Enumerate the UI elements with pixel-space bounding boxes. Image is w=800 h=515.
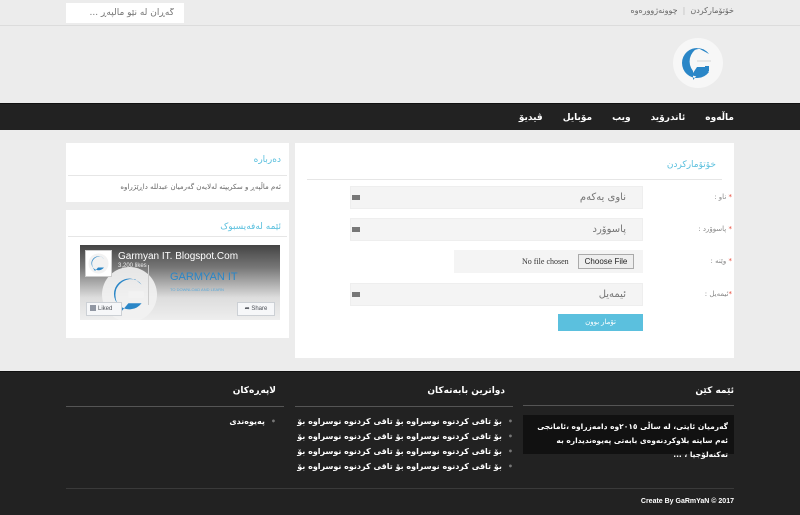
required-mark: * [728, 225, 733, 233]
facebook-icon [90, 305, 96, 311]
fb-page-name[interactable]: Garmyan IT. Blogspot.Com [118, 251, 238, 262]
facebook-page-plugin[interactable]: Garmyan IT. Blogspot.Com 3,200 likes GAR… [80, 245, 280, 320]
share-label: Share [251, 306, 268, 312]
divider [68, 175, 287, 176]
garmyan-it-logo-icon[interactable] [673, 38, 723, 88]
search-input[interactable] [66, 3, 184, 23]
site-header [0, 27, 800, 103]
footer-about-text: گەرمیان ئایتی، لە ساڵی ٢٠١٥وە دامەزراوە … [523, 415, 734, 459]
keyboard-icon[interactable] [352, 195, 360, 200]
link-separator: | [682, 6, 686, 15]
main-nav: ماڵەوە ئاندرۆید ویب مۆبایل ڤیدیۆ [0, 103, 800, 130]
footer-about-title: ئێمە کێن [695, 386, 734, 396]
post-link[interactable]: بۆ تاقی کردنوە نوسراوە بۆ تاقی کردنوە نو… [295, 462, 502, 471]
post-link[interactable]: بۆ تاقی کردنوە نوسراوە بۆ تاقی کردنوە نو… [295, 447, 502, 456]
cover-divider [148, 265, 149, 305]
divider [307, 179, 722, 180]
about-widget: دەربارە ئەم ماڵپەڕ و سکریپتە لەلایەن گەر… [66, 143, 289, 202]
recent-post-item[interactable]: • بۆ تاقی کردنوە نوسراوە بۆ تاقی کردنوە ن… [295, 417, 513, 426]
required-mark: * [728, 290, 733, 298]
footer-divider [66, 488, 734, 489]
divider [295, 406, 513, 407]
fb-like-count: 3,200 likes [118, 263, 147, 269]
choose-file-button[interactable]: Choose File [578, 254, 634, 269]
liked-label: Liked [98, 306, 113, 312]
first-name-input[interactable] [350, 186, 643, 209]
register-title: خۆتۆمارکردن [666, 160, 716, 170]
login-link[interactable]: چوونەژوورەوە [630, 6, 677, 15]
fb-share-button[interactable]: ➦ Share [237, 302, 275, 316]
bullet-icon: • [507, 447, 513, 456]
nav-video[interactable]: ڤیدیۆ [519, 113, 543, 123]
bullet-icon: • [507, 417, 513, 426]
about-title: دەربارە [253, 155, 281, 165]
nav-android[interactable]: ئاندرۆید [651, 113, 686, 123]
facebook-title: ئێمە لەفەیسبوک [220, 222, 281, 232]
divider [68, 236, 287, 237]
contact-link[interactable]: پەیوەندی [229, 417, 265, 426]
label-text: ئیمەیل : [704, 290, 729, 298]
name-label: * ناو : [714, 193, 732, 201]
recent-post-item[interactable]: • بۆ تاقی کردنوە نوسراوە بۆ تاقی کردنوە ن… [295, 432, 513, 441]
required-mark: * [728, 257, 733, 265]
email-label: *ئیمەیل : [705, 290, 732, 298]
divider [523, 405, 734, 406]
top-bar: خۆتۆمارکردن | چوونەژوورەوە [0, 0, 800, 26]
label-text: وێنە : [710, 257, 727, 265]
image-label: * وێنە : [710, 257, 732, 265]
nav-mobile[interactable]: مۆبایل [563, 113, 592, 123]
about-text: ئەم ماڵپەڕ و سکریپتە لەلایەن گەرمیان عبد… [120, 183, 281, 191]
nav-home[interactable]: ماڵەوە [705, 113, 734, 123]
password-label: * پاسوۆرد : [698, 225, 732, 233]
fb-cover-tagline: TO DOWNLOAD AND LEARN [170, 287, 224, 292]
keyboard-icon[interactable] [352, 292, 360, 297]
account-links: خۆتۆمارکردن | چوونەژوورەوە [630, 6, 734, 15]
page-link-item[interactable]: • پەیوەندی [66, 417, 276, 426]
recent-post-item[interactable]: • بۆ تاقی کردنوە نوسراوە بۆ تاقی کردنوە ن… [295, 462, 513, 471]
footer-pages-title: لاپەڕەکان [232, 386, 276, 396]
divider [66, 406, 284, 407]
register-submit-button[interactable]: تۆمار بوون [558, 314, 643, 331]
label-text: پاسوۆرد : [698, 225, 727, 233]
password-input[interactable] [350, 218, 643, 241]
keyboard-icon[interactable] [352, 227, 360, 232]
bullet-icon: • [270, 417, 276, 426]
register-link[interactable]: خۆتۆمارکردن [690, 6, 734, 15]
page-thumbnail[interactable] [85, 250, 112, 277]
bullet-icon: • [507, 432, 513, 441]
fb-cover-brand: GARMYAN IT [170, 271, 238, 283]
thumbnail-logo-icon [88, 253, 109, 274]
label-text: ناو : [714, 193, 727, 201]
email-input[interactable] [350, 283, 643, 306]
fb-liked-button[interactable]: Liked [86, 302, 122, 316]
nav-web[interactable]: ویب [612, 113, 631, 123]
copyright-text: Create By GaRmYaN © 2017 [640, 498, 734, 505]
image-file-input[interactable]: No file chosen Choose File [454, 250, 643, 273]
post-link[interactable]: بۆ تاقی کردنوە نوسراوە بۆ تاقی کردنوە نو… [295, 417, 502, 426]
required-mark: * [728, 193, 733, 201]
recent-post-item[interactable]: • بۆ تاقی کردنوە نوسراوە بۆ تاقی کردنوە ن… [295, 447, 513, 456]
file-status: No file chosen [522, 257, 569, 266]
bullet-icon: • [507, 462, 513, 471]
post-link[interactable]: بۆ تاقی کردنوە نوسراوە بۆ تاقی کردنوە نو… [295, 432, 502, 441]
footer-recent-title: دواترین بابەتەکان [427, 386, 505, 396]
